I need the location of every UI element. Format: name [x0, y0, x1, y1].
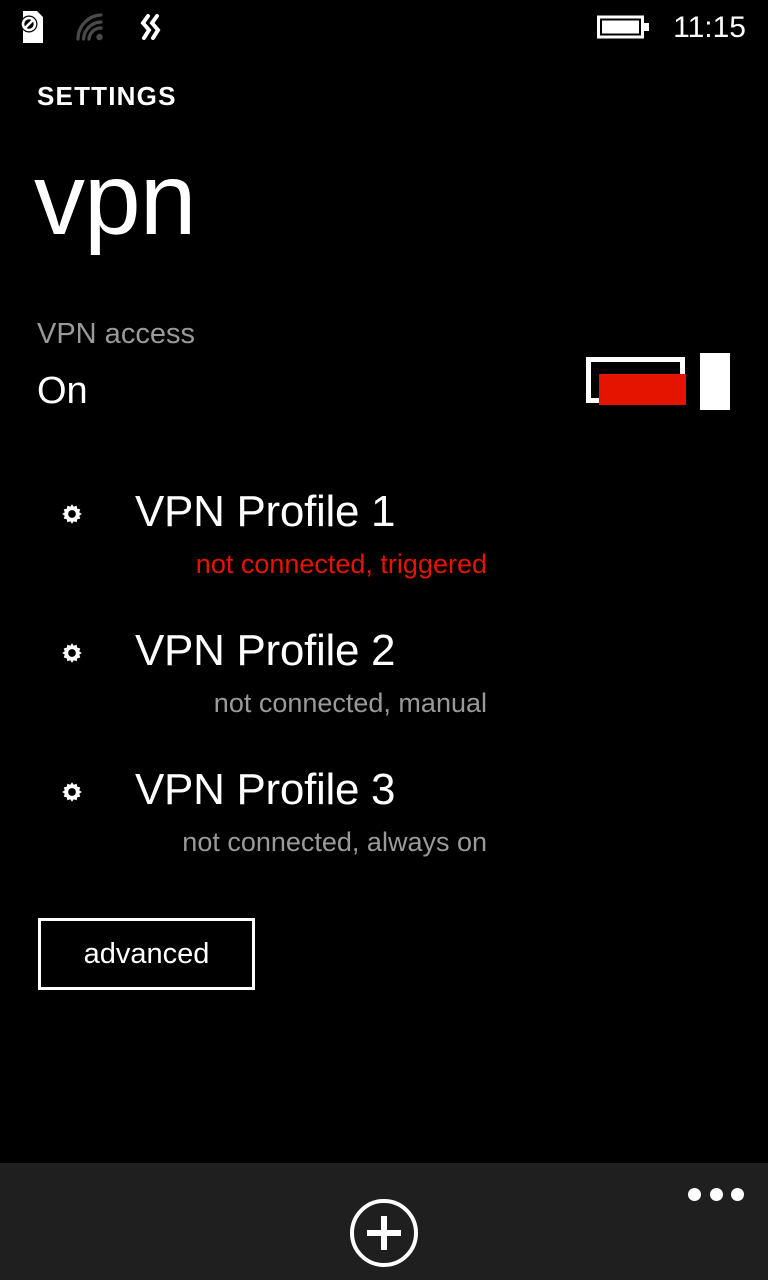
more-options-button[interactable]	[686, 1177, 746, 1211]
vpn-profile-row[interactable]: VPN Profile 2 not connected, manual	[0, 629, 768, 768]
toggle-thumb[interactable]	[700, 353, 730, 410]
app-bar	[0, 1163, 768, 1280]
gear-icon[interactable]	[58, 778, 86, 806]
vpn-profile-texts: VPN Profile 2 not connected, manual	[135, 629, 487, 717]
battery-icon	[597, 13, 651, 46]
vpn-profile-status: not connected, triggered	[195, 549, 487, 579]
vpn-profile-name: VPN Profile 1	[135, 487, 396, 536]
vpn-profile-name: VPN Profile 3	[135, 765, 396, 814]
vpn-profile-status: not connected, manual	[213, 688, 487, 718]
wifi-icon	[74, 12, 106, 47]
add-profile-button[interactable]	[349, 1198, 419, 1268]
vpn-access-value: On	[37, 370, 88, 412]
ellipsis-dot-icon	[688, 1187, 701, 1201]
vpn-profile-row[interactable]: VPN Profile 1 not connected, triggered	[0, 490, 768, 629]
status-bar: 11:15	[0, 0, 768, 58]
ellipsis-dot-icon	[731, 1187, 744, 1201]
page-title: vpn	[34, 142, 196, 256]
gear-icon[interactable]	[58, 500, 86, 528]
sim-missing-icon	[18, 10, 44, 48]
ellipsis-dot-icon	[709, 1187, 723, 1201]
vpn-access-label: VPN access	[37, 318, 195, 350]
vpn-access-toggle[interactable]	[586, 353, 730, 410]
toggle-fill	[599, 374, 686, 405]
status-bar-clock: 11:15	[673, 11, 746, 44]
vpn-profile-status: not connected, always on	[182, 827, 487, 857]
vpn-profile-list: VPN Profile 1 not connected, triggered V…	[0, 490, 768, 907]
status-bar-right: 11:15	[597, 0, 746, 58]
vpn-profile-row[interactable]: VPN Profile 3 not connected, always on	[0, 768, 768, 907]
advanced-button[interactable]: advanced	[38, 918, 255, 990]
vpn-access-block: VPN access On	[37, 318, 195, 412]
gear-icon[interactable]	[58, 639, 86, 667]
app-title: SETTINGS	[37, 81, 177, 111]
vpn-profile-texts: VPN Profile 1 not connected, triggered	[135, 490, 487, 578]
vpn-profile-name: VPN Profile 2	[135, 626, 396, 675]
vpn-profile-texts: VPN Profile 3 not connected, always on	[135, 768, 487, 856]
status-bar-left-icons	[0, 10, 166, 48]
toggle-track	[586, 357, 686, 405]
vibrate-icon	[136, 11, 166, 48]
